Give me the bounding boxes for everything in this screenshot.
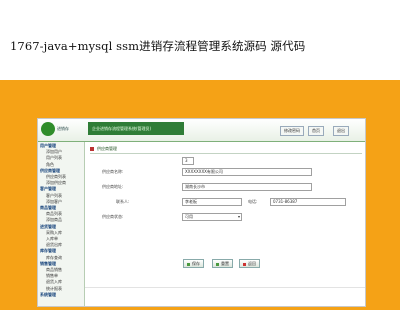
back-button[interactable]: 返回 <box>239 259 260 268</box>
sidebar-item[interactable]: 退货入库 <box>46 279 62 285</box>
chevron-down-icon: ▾ <box>237 214 240 219</box>
change-password-button[interactable]: 修改密码 <box>280 126 304 136</box>
supplier-address-label: 供应商地址: <box>102 184 124 189</box>
back-button-label: 返回 <box>248 261 256 266</box>
sidebar-item[interactable]: 角色 <box>46 162 54 168</box>
home-button[interactable]: 首页 <box>308 126 324 136</box>
sidebar-item[interactable]: 添加商品 <box>46 217 62 223</box>
sidebar-item[interactable]: 采购入库 <box>46 230 62 236</box>
supplier-name-field[interactable]: XXXXXXXX有限公司 <box>182 168 312 176</box>
app-header: 进销存 企业进销存流程管理系统(管理员) 修改密码 首页 退出 <box>38 119 365 142</box>
sidebar-item[interactable]: 统计报表 <box>46 286 62 292</box>
supplier-address-field[interactable]: 湖南长沙市 <box>182 183 312 191</box>
contact-label: 联系人: <box>116 199 130 204</box>
breadcrumb: 供应商管理 <box>90 145 362 154</box>
contact-field[interactable]: 李老板 <box>182 198 242 206</box>
sidebar-item[interactable]: 库存查询 <box>46 255 62 261</box>
back-icon <box>243 262 246 266</box>
supplier-status-select[interactable]: 可用 ▾ <box>182 213 242 221</box>
supplier-name-label: 供应商名称: <box>102 169 124 174</box>
sidebar-group[interactable]: 客户管理 <box>40 186 56 192</box>
sidebar-group[interactable]: 库存管理 <box>40 248 56 254</box>
phone-field[interactable]: 0731-86387 <box>270 198 346 206</box>
sidebar-group[interactable]: 销售管理 <box>40 261 56 267</box>
sidebar-item[interactable]: 客户列表 <box>46 193 62 199</box>
logo-icon <box>41 122 55 136</box>
breadcrumb-icon <box>90 147 94 151</box>
logout-button[interactable]: 退出 <box>333 126 349 136</box>
reset-button[interactable]: 重置 <box>212 259 233 268</box>
main-content: 供应商管理 3 供应商名称: XXXXXXXX有限公司 供应商地址: 湖南长沙市… <box>85 142 365 306</box>
sidebar-group[interactable]: 系统管理 <box>40 292 56 298</box>
app-name: 企业进销存流程管理系统(管理员) <box>88 122 184 135</box>
save-icon <box>187 262 190 266</box>
sidebar-group[interactable]: 供应商管理 <box>40 168 60 174</box>
sidebar-item[interactable]: 用户列表 <box>46 155 62 161</box>
phone-label: 电话: <box>248 199 258 204</box>
supplier-status-label: 供应商状态: <box>102 214 124 219</box>
page-title: 1767-java+mysql ssm进销存流程管理系统源码 源代码 <box>10 39 306 53</box>
save-button-label: 保存 <box>192 261 200 266</box>
sidebar-item[interactable]: 添加客户 <box>46 199 62 205</box>
app-window: 进销存 企业进销存流程管理系统(管理员) 修改密码 首页 退出 用户管理 添加用户… <box>37 118 366 307</box>
breadcrumb-label: 供应商管理 <box>97 146 117 151</box>
logo-text: 进销存 <box>57 126 69 131</box>
content-divider <box>85 287 365 288</box>
reset-button-label: 重置 <box>221 261 229 266</box>
supplier-code-field[interactable]: 3 <box>182 157 194 165</box>
sidebar: 用户管理 添加用户 用户列表 角色 供应商管理 供应商列表 添加供应商 客户管理 客户列表 添加客… <box>38 142 85 306</box>
save-button[interactable]: 保存 <box>183 259 204 268</box>
reset-icon <box>216 262 219 266</box>
sidebar-group[interactable]: 进货管理 <box>40 224 56 230</box>
supplier-status-value: 可用 <box>185 214 193 219</box>
